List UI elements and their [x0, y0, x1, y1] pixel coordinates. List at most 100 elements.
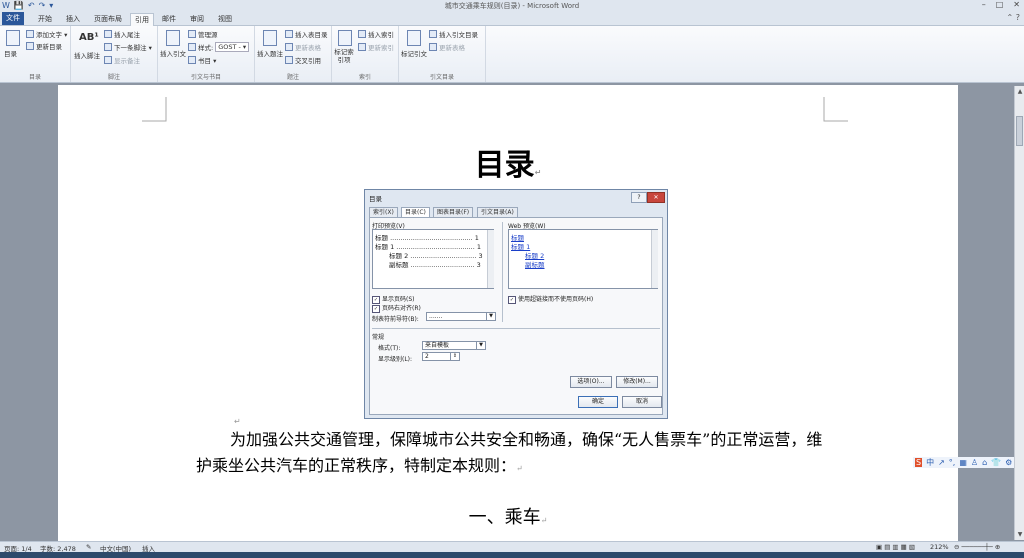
help-icon[interactable]: ⌃ ?	[1007, 13, 1021, 22]
dialog-help-button[interactable]: ?	[631, 192, 647, 203]
proofing-icon[interactable]: ✎	[86, 543, 91, 551]
view-buttons[interactable]: ▣ ▤ ▥ ▦ ▧	[876, 543, 915, 551]
insert-caption-button[interactable]: 插入题注	[257, 48, 283, 58]
formats-select[interactable]: 来自模板 ▼	[422, 341, 486, 350]
dialog-close-button[interactable]: ✕	[647, 192, 665, 203]
caption-group: 插入题注 插入表目录 更新表格 交叉引用 题注	[255, 26, 332, 82]
document-page[interactable]: 目录↵ 目录 ? ✕ 索引(X) 目录(C) 图表目录(F) 引文目录(A) 打…	[58, 85, 958, 545]
print-preview-scrollbar[interactable]	[487, 230, 494, 288]
document-title[interactable]: 目录↵	[58, 140, 958, 184]
zoom-slider[interactable]: ⊖ ──────┼─ ⊕	[954, 543, 1000, 551]
insert-index-icon	[358, 30, 366, 38]
scrollbar-thumb[interactable]	[1016, 116, 1023, 146]
ime-toolbox-icon[interactable]: ⌂	[982, 458, 987, 467]
ime-moon-icon[interactable]: ↗	[938, 458, 945, 467]
checkbox-checked-icon: ✓	[508, 295, 516, 304]
toc-tab-panel: 打印预览(V) 标题 .............................…	[369, 217, 663, 415]
next-footnote-icon	[104, 43, 112, 51]
web-preview-scrollbar[interactable]	[651, 230, 658, 288]
modify-button[interactable]: 修改(M)...	[616, 376, 658, 388]
update-toa-button[interactable]: 更新表格	[429, 42, 465, 52]
taskbar	[0, 552, 1024, 558]
bibliography-button[interactable]: 书目 ▾	[188, 55, 216, 65]
toa-group-label: 引文目录	[429, 74, 454, 81]
toa-group: 标记引文 插入引文目录 更新表格 引文目录	[399, 26, 486, 82]
manage-sources-button[interactable]: 管理源	[188, 29, 218, 39]
tab-home[interactable]: 开始	[34, 13, 56, 25]
footnote-group-label: 脚注	[107, 74, 120, 81]
tab-insert[interactable]: 插入	[62, 13, 84, 25]
bibliography-icon	[188, 56, 196, 64]
crop-mark-top-left	[142, 97, 167, 122]
intro-paragraph[interactable]: 为加强公共交通管理，保障城市公共安全和畅通，确保“无人售票车”的正常运营，维护乘…	[196, 427, 836, 482]
endnote-icon	[104, 30, 112, 38]
insert-endnote-button[interactable]: 插入尾注	[104, 29, 140, 39]
levels-label: 显示级别(L):	[378, 356, 413, 363]
vertical-scrollbar[interactable]: ▲ ▼	[1014, 86, 1024, 540]
add-text-button[interactable]: 添加文字 ▾	[26, 29, 67, 39]
ime-settings-icon[interactable]: ⚙	[1005, 458, 1012, 467]
toc-group: 目录 添加文字 ▾ 更新目录 目录	[0, 26, 71, 82]
tab-references[interactable]: 引用	[130, 13, 154, 26]
update-table-button[interactable]: 更新表格	[285, 42, 321, 52]
scroll-up-icon[interactable]: ▲	[1015, 88, 1024, 95]
heading-1[interactable]: 一、乘车↵	[58, 503, 958, 529]
ime-logo-icon[interactable]: S	[915, 458, 923, 467]
minimize-button[interactable]: –	[982, 0, 986, 9]
chevron-down-icon: ▼	[486, 313, 495, 320]
ime-punctuation-icon[interactable]: °,	[949, 458, 956, 467]
insert-caption-icon[interactable]	[263, 30, 277, 46]
spinner-icon: ⇕	[450, 353, 459, 360]
section-divider	[372, 328, 660, 329]
use-hyperlinks-checkbox[interactable]: ✓ 使用超链接而不使用页码(H)	[508, 294, 593, 304]
insert-toa-button[interactable]: 插入引文目录	[429, 29, 478, 39]
ime-skin-icon[interactable]: 👕	[991, 458, 1001, 467]
cross-reference-icon	[285, 56, 293, 64]
ab-footnote-icon[interactable]: AB¹	[79, 32, 99, 43]
next-footnote-button[interactable]: 下一条脚注 ▾	[104, 42, 152, 52]
web-preview-link[interactable]: 副标题	[525, 259, 545, 269]
ime-keyboard-icon[interactable]: ▦	[959, 458, 967, 467]
cancel-button[interactable]: 取消	[622, 396, 662, 408]
tab-review[interactable]: 审阅	[186, 13, 208, 25]
mark-citation-button[interactable]: 标记引文	[401, 48, 427, 58]
tab-mailings[interactable]: 邮件	[158, 13, 180, 25]
scroll-down-icon[interactable]: ▼	[1015, 531, 1024, 538]
show-notes-button[interactable]: 显示备注	[104, 55, 140, 65]
update-index-icon	[358, 43, 366, 51]
insert-index-button[interactable]: 插入索引	[358, 29, 394, 39]
mark-citation-icon[interactable]	[407, 30, 421, 46]
close-button[interactable]: ✕	[1013, 0, 1020, 9]
insert-citation-icon[interactable]	[166, 30, 180, 46]
ime-user-icon[interactable]: ♙	[971, 458, 978, 467]
mark-entry-button[interactable]: 标记索引项	[334, 48, 354, 64]
toc-icon[interactable]	[6, 30, 20, 46]
general-label: 常规	[372, 334, 385, 341]
index-group: 标记索引项 插入索引 更新索引 索引	[332, 26, 399, 82]
update-toc-button[interactable]: 更新目录	[26, 41, 62, 51]
add-text-icon	[26, 30, 34, 38]
update-index-button[interactable]: 更新索引	[358, 42, 394, 52]
footnote-group: AB¹ 插入脚注 插入尾注 下一条脚注 ▾ 显示备注 脚注	[71, 26, 158, 82]
right-align-checkbox[interactable]: ✓ 页码右对齐(R)	[372, 303, 421, 313]
checkbox-checked-icon: ✓	[372, 304, 380, 313]
show-notes-icon	[104, 56, 112, 64]
toc-button[interactable]: 目录	[4, 48, 17, 58]
maximize-button[interactable]: □	[996, 0, 1004, 9]
ok-button[interactable]: 确定	[578, 396, 618, 408]
tab-file[interactable]: 文件	[2, 12, 24, 25]
tab-page-layout[interactable]: 页面布局	[90, 13, 126, 25]
tab-leader-select[interactable]: ....... ▼	[426, 312, 496, 321]
cross-reference-button[interactable]: 交叉引用	[285, 55, 321, 65]
style-dropdown[interactable]: 样式: GOST - ▾	[188, 42, 250, 52]
toc-dialog-image[interactable]: 目录 ? ✕ 索引(X) 目录(C) 图表目录(F) 引文目录(A) 打印预览(…	[364, 189, 668, 419]
mark-entry-icon[interactable]	[338, 30, 352, 46]
options-button[interactable]: 选项(O)...	[570, 376, 612, 388]
insert-tof-button[interactable]: 插入表目录	[285, 29, 328, 39]
insert-footnote-button[interactable]: 插入脚注	[74, 50, 100, 60]
levels-stepper[interactable]: 2 ⇕	[422, 352, 460, 361]
ime-chinese-mode[interactable]: 中	[926, 457, 934, 468]
zoom-level[interactable]: 212%	[930, 543, 949, 551]
tab-view[interactable]: 视图	[214, 13, 236, 25]
insert-citation-button[interactable]: 插入引文	[160, 48, 186, 58]
